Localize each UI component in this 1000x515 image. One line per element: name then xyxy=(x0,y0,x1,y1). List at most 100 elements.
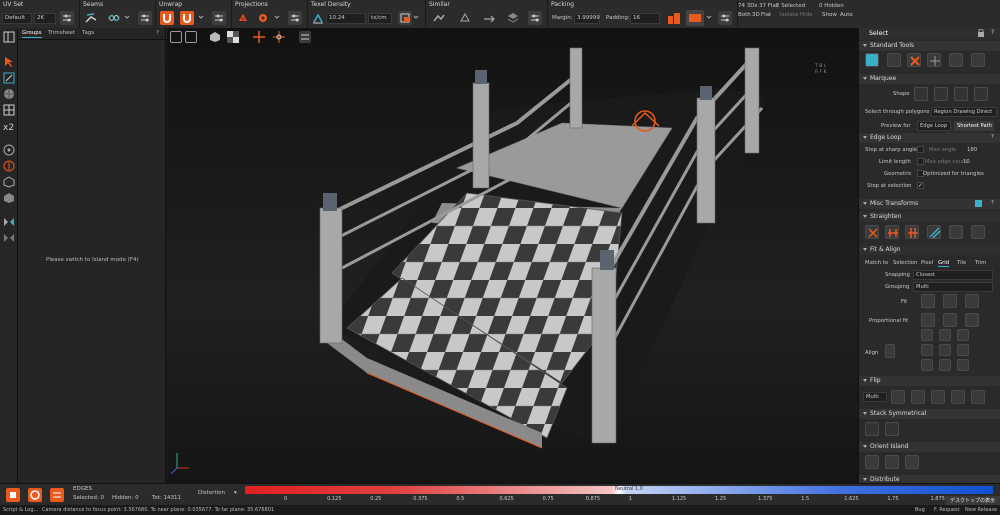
tab-groups[interactable]: Groups xyxy=(22,29,42,38)
stop-icon[interactable] xyxy=(6,488,20,502)
flip-h2-icon[interactable] xyxy=(931,390,945,404)
match-trim-button[interactable]: Trim xyxy=(975,260,986,266)
similar-select-icon[interactable] xyxy=(432,11,446,25)
view-right[interactable]: R xyxy=(815,70,818,75)
grid-icon[interactable] xyxy=(3,104,15,116)
mirror-icon[interactable] xyxy=(3,216,15,228)
stack-symmetrical-header[interactable]: Stack Symmetrical xyxy=(859,409,1000,419)
straighten-v-icon[interactable] xyxy=(905,225,919,239)
stop-selection-checkbox[interactable]: ✓ xyxy=(917,182,924,189)
groups-help-icon[interactable]: ? xyxy=(156,29,159,38)
align-bottom-right-icon[interactable] xyxy=(957,359,969,371)
orient-horizontal-icon[interactable] xyxy=(885,455,899,469)
seam-weld-icon[interactable] xyxy=(107,11,121,25)
similar-layers-icon[interactable] xyxy=(506,11,520,25)
flip-mode-select[interactable]: Multi xyxy=(863,392,887,402)
select-grid-icon[interactable] xyxy=(887,53,901,67)
settings-icon[interactable] xyxy=(50,488,64,502)
marquee-lasso-icon[interactable] xyxy=(934,87,948,101)
pack-icon[interactable] xyxy=(666,10,682,26)
projection-box-icon[interactable] xyxy=(236,11,250,25)
tab-tags[interactable]: Tags xyxy=(82,29,94,38)
max-angle-value[interactable]: 180 xyxy=(967,147,977,153)
match-selection-button[interactable]: Selection xyxy=(893,260,917,266)
similar-match-icon[interactable] xyxy=(482,11,496,25)
marquee-rect-icon[interactable] xyxy=(914,87,928,101)
orient-vertical-icon[interactable] xyxy=(905,455,919,469)
projection-settings-icon[interactable] xyxy=(288,11,302,25)
uvset-size-select[interactable]: 2K xyxy=(34,13,56,24)
stack-sym-h-icon[interactable] xyxy=(865,422,879,436)
scale-x2-icon[interactable]: x2 xyxy=(3,120,15,133)
seams-settings-icon[interactable] xyxy=(138,11,152,25)
pin-icon[interactable] xyxy=(3,160,15,172)
flip-header[interactable]: Flip xyxy=(859,376,1000,386)
align-top-icon[interactable] xyxy=(939,329,951,341)
prop-fit-height-icon[interactable] xyxy=(965,313,979,327)
texel-pick-icon[interactable] xyxy=(398,11,412,25)
select-all-icon[interactable] xyxy=(865,53,879,67)
projection-gear-icon[interactable] xyxy=(256,11,270,25)
show-button[interactable]: Show xyxy=(822,12,837,18)
pivot-icon[interactable] xyxy=(3,144,15,156)
fit-height-icon[interactable] xyxy=(965,294,979,308)
pack-options-icon[interactable] xyxy=(686,10,704,26)
misc-help-icon[interactable]: ? xyxy=(991,200,994,206)
loop-icon[interactable] xyxy=(28,488,42,502)
edge-loop-help-icon[interactable]: ? xyxy=(991,134,994,140)
texel-density-icon[interactable] xyxy=(311,11,325,25)
straighten-grid2-icon[interactable] xyxy=(971,225,985,239)
seam-dropdown-icon[interactable] xyxy=(124,13,130,21)
texel-density-input[interactable]: 10.24 xyxy=(326,13,366,24)
transform-icon[interactable] xyxy=(3,72,15,84)
feature-request-link[interactable]: F. Request xyxy=(934,505,960,515)
align-top-left-icon[interactable] xyxy=(921,329,933,341)
shortest-path-button[interactable]: Shortest Path xyxy=(954,121,994,131)
mirror-vertical-icon[interactable] xyxy=(3,232,15,244)
stack-sym-v-icon[interactable] xyxy=(885,422,899,436)
3d-button[interactable]: 3D xyxy=(752,12,760,18)
isolate-button[interactable]: Isolate xyxy=(780,12,798,18)
view-left[interactable]: L xyxy=(824,64,827,69)
match-pixel-button[interactable]: Pixel xyxy=(921,260,933,266)
padding-input[interactable]: 16 xyxy=(630,13,660,24)
seam-cut-icon[interactable] xyxy=(84,11,98,25)
view-front[interactable]: F xyxy=(820,70,823,75)
grouping-select[interactable]: Multi xyxy=(913,282,993,292)
prop-fit-both-icon[interactable] xyxy=(943,313,957,327)
invert-selection-icon[interactable] xyxy=(949,53,963,67)
3d-viewport[interactable]: T B L R F K xyxy=(167,28,858,483)
sphere-icon[interactable] xyxy=(3,88,15,100)
straighten-grid-icon[interactable] xyxy=(949,225,963,239)
max-edge-value[interactable]: 10 xyxy=(963,159,970,165)
new-release-link[interactable]: New Release xyxy=(965,505,997,515)
packing-settings-icon[interactable] xyxy=(718,11,732,25)
margin-input[interactable]: 3.99999 xyxy=(574,13,600,24)
orient-island-header[interactable]: Orient Island xyxy=(859,442,1000,452)
view-back[interactable]: K xyxy=(824,70,827,75)
limit-length-checkbox[interactable] xyxy=(917,158,924,165)
script-log-link[interactable]: Script & Log... xyxy=(3,505,38,515)
edge-loop-button[interactable]: Edge Loop xyxy=(917,121,951,131)
straighten-header[interactable]: Straighten xyxy=(859,212,1000,222)
optimize-magnet-icon[interactable] xyxy=(180,11,194,25)
align-center-icon[interactable] xyxy=(939,344,951,356)
straighten-diag-icon[interactable] xyxy=(927,225,941,239)
flip-v2-icon[interactable] xyxy=(951,390,965,404)
view-top[interactable]: T xyxy=(815,64,818,69)
align-top-right-icon[interactable] xyxy=(957,329,969,341)
deselect-icon[interactable] xyxy=(907,53,921,67)
similar-settings-icon[interactable] xyxy=(528,11,542,25)
projection-dropdown-icon[interactable] xyxy=(274,13,280,21)
straighten-h-icon[interactable] xyxy=(885,225,899,239)
auto-button[interactable]: Auto xyxy=(840,12,853,18)
match-tile-button[interactable]: Tile xyxy=(957,260,966,266)
align-bottom-icon[interactable] xyxy=(939,359,951,371)
marquee-paint-icon[interactable] xyxy=(954,87,968,101)
select-arrow-icon[interactable] xyxy=(3,56,15,68)
layout-icon[interactable] xyxy=(3,31,15,43)
unwrap-magnet-icon[interactable] xyxy=(160,11,174,25)
uvset-select[interactable]: Default xyxy=(2,13,32,24)
hexagon-icon[interactable] xyxy=(3,192,15,204)
flip-h-icon[interactable] xyxy=(891,390,905,404)
